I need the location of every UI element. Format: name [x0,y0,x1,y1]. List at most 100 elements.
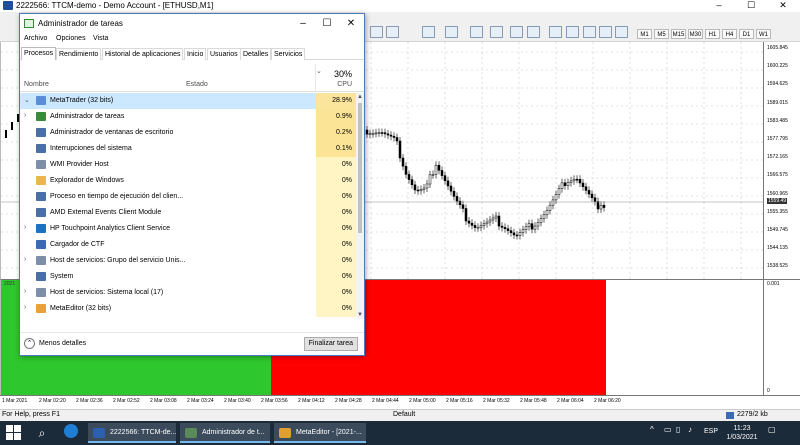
menu-opciones[interactable]: Opciones [56,35,86,42]
windows-start-icon[interactable] [6,425,22,441]
language-indicator[interactable]: ESP [704,428,718,435]
end-task-button[interactable]: Finalizar tarea [303,337,358,351]
process-cpu: 0% [316,285,356,301]
menu-vista[interactable]: Vista [93,35,108,42]
candle-body [542,214,546,219]
process-icon [36,304,46,313]
taskbar-app-metaeditor[interactable]: MetaEditor - [2021-... [274,423,366,443]
cursor-icon[interactable] [510,26,523,38]
tab-usuarios[interactable]: Usuarios [207,48,241,60]
candle-body [512,232,516,236]
process-list-scrollbar[interactable]: ▲ ▼ [356,93,364,319]
taskbar-app-metatrader[interactable]: 2222566: TTCM-de... [88,423,176,443]
menu-archivo[interactable]: Archivo [24,35,47,42]
edge-browser-icon[interactable] [64,424,78,438]
column-name[interactable]: Nombre [24,81,49,88]
task-manager-title: Administrador de tareas [38,19,123,28]
process-row[interactable]: › Administrador de tareas 0.9% [20,109,356,125]
tm-minimize-button[interactable]: – [292,17,314,31]
candle-body [458,200,462,206]
tab-procesos[interactable]: Procesos [21,47,57,60]
timeframe-m15[interactable]: M15 [671,29,686,39]
taskbar-app-task-manager[interactable]: Administrador de t... [180,423,270,443]
close-button[interactable]: ✕ [768,0,798,12]
tab-rendimiento[interactable]: Rendimiento [56,48,102,60]
candle-body [392,136,396,138]
process-row[interactable]: Administrador de ventanas de escritorio 0… [20,125,356,141]
process-row[interactable]: ⌄ MetaTrader (32 bits) 28.9% [20,93,356,109]
timeframe-h1[interactable]: H1 [705,29,720,39]
process-name: Cargador de CTF [50,241,105,248]
candle-body [377,132,381,134]
candle-body [545,210,549,216]
minimize-button[interactable]: – [704,0,734,12]
process-row[interactable]: System 0% [20,269,356,285]
tm-close-button[interactable]: ✕ [340,17,362,31]
horizontal-line-icon[interactable] [566,26,579,38]
templates-icon[interactable] [490,26,503,38]
column-cpu[interactable]: CPU [337,81,352,88]
process-row[interactable]: Cargador de CTF 0% [20,237,356,253]
indicators-icon[interactable] [422,26,435,38]
task-manager-footer: ⌃ Menos detalles Finalizar tarea [20,332,364,356]
scroll-thumb[interactable] [358,103,362,233]
expand-chevron-icon[interactable]: › [24,112,26,119]
timeframe-m30[interactable]: M30 [688,29,703,39]
candle-body [575,178,579,181]
candle-body [440,170,444,176]
process-name: Host de servicios: Grupo del servicio Un… [50,257,186,264]
vertical-line-icon[interactable] [549,26,562,38]
tab-inicio[interactable]: Inicio [184,48,207,60]
tm-maximize-button[interactable]: ☐ [316,17,338,31]
tab-detalles[interactable]: Detalles [240,48,272,60]
scroll-up-icon[interactable]: ▲ [356,93,364,101]
text-label-icon[interactable] [615,26,628,38]
process-row[interactable]: › Host de servicios: Sistema local (17) 0% [20,285,356,301]
expand-chevron-icon[interactable]: › [24,256,26,263]
notifications-icon[interactable]: ▢ [768,425,776,434]
process-row[interactable]: › MetaEditor (32 bits) 0% [20,301,356,317]
scroll-down-icon[interactable]: ▼ [356,311,364,319]
process-row[interactable]: › Host de servicios: Grupo del servicio U… [20,253,356,269]
fewer-details-icon[interactable]: ⌃ [24,338,35,349]
expand-chevron-icon[interactable]: › [24,224,26,231]
expand-chevron-icon[interactable]: › [24,288,26,295]
process-row[interactable]: › HP Touchpoint Analytics Client Service 0… [20,221,356,237]
candle-body [500,225,504,228]
process-row[interactable]: WMI Provider Host 0% [20,157,356,173]
text-tool-icon[interactable] [599,26,612,38]
price-label: 1600.225 [767,63,788,70]
fewer-details-link[interactable]: Menos detalles [39,340,86,347]
process-row[interactable]: Proceso en tiempo de ejecución del clien… [20,189,356,205]
trendline-icon[interactable] [583,26,596,38]
process-row[interactable]: AMD External Events Client Module 0% [20,205,356,221]
candle-body [524,226,528,230]
battery-icon[interactable]: ▯ [676,425,680,434]
tab-historial[interactable]: Historial de aplicaciones [102,48,184,60]
expand-chevron-icon[interactable]: ⌄ [24,96,30,104]
new-order-icon[interactable] [445,26,458,38]
tab-servicios[interactable]: Servicios [271,48,306,60]
search-icon[interactable]: ⌕ [35,426,49,440]
timeframe-m1[interactable]: M1 [637,29,652,39]
crosshair-icon[interactable] [527,26,540,38]
timeframe-w1[interactable]: W1 [756,29,771,39]
candle-body [491,217,495,221]
candle-body [425,183,429,189]
timeframe-d1[interactable]: D1 [739,29,754,39]
expand-chevron-icon[interactable]: › [24,304,26,311]
zoom-in-icon[interactable] [370,26,383,38]
tray-chevron-icon[interactable]: ^ [650,425,654,434]
network-icon[interactable]: ▭ [664,425,672,434]
task-manager-titlebar[interactable]: Administrador de tareas – ☐ ✕ [20,14,364,34]
maximize-button[interactable]: ☐ [736,0,766,12]
process-row[interactable]: Interrupciones del sistema 0.1% [20,141,356,157]
timeframe-h4[interactable]: H4 [722,29,737,39]
volume-icon[interactable]: ♪ [688,425,692,434]
column-status[interactable]: Estado [186,81,208,88]
process-row[interactable]: Explorador de Windows 0% [20,173,356,189]
clock[interactable]: 11:23 1/03/2021 [724,424,760,442]
tile-windows-icon[interactable] [386,26,399,38]
clock-icon[interactable] [470,26,483,38]
timeframe-m5[interactable]: M5 [654,29,669,39]
